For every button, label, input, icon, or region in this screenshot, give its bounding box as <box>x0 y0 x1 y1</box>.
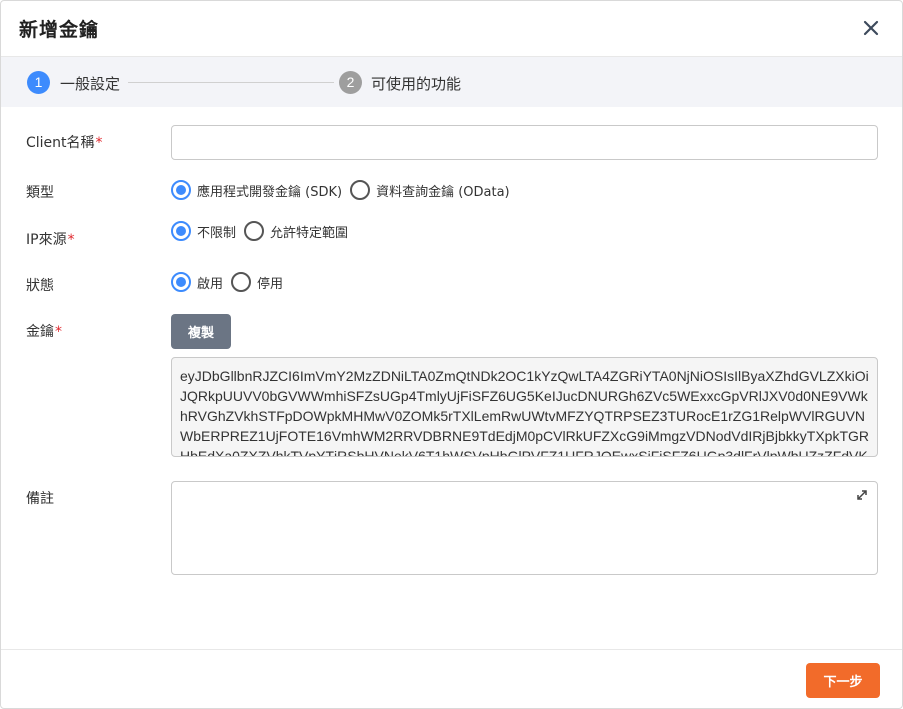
type-option-odata[interactable]: 資料查詢金鑰 (OData) <box>350 180 510 200</box>
close-button[interactable] <box>858 15 884 41</box>
client-name-input[interactable] <box>171 125 878 160</box>
ip-option-unrestricted[interactable]: 不限制 <box>171 221 236 241</box>
radio-checked <box>171 272 191 292</box>
ip-source-label: IP來源* <box>26 232 75 248</box>
expand-icon[interactable] <box>855 488 869 502</box>
type-label: 類型 <box>26 185 54 201</box>
note-textarea[interactable] <box>171 481 878 575</box>
step-indicator: 1 一般設定 2 可使用的功能 <box>1 57 902 107</box>
add-key-dialog: 新增金鑰 1 一般設定 2 可使用的功能 Client名稱* 類型 應用程式開發… <box>0 0 903 709</box>
radio-checked <box>171 221 191 241</box>
radio-checked <box>171 180 191 200</box>
key-value: eyJDbGllbnRJZCI6ImVmY2MzZDNiLTA0ZmQtNDk2… <box>180 368 869 457</box>
radio-unchecked <box>350 180 371 200</box>
status-radio-group: 啟用 停用 <box>171 272 291 292</box>
copy-button[interactable]: 複製 <box>171 314 231 349</box>
radio-label: 資料查詢金鑰 (OData) <box>376 184 510 200</box>
next-button[interactable]: 下一步 <box>806 663 880 698</box>
radio-label: 啟用 <box>197 276 224 292</box>
step-connector <box>128 82 334 83</box>
client-name-label: Client名稱* <box>26 135 103 151</box>
radio-label: 停用 <box>257 276 284 292</box>
ip-source-radio-group: 不限制 允許特定範圍 <box>171 221 356 241</box>
status-option-disabled[interactable]: 停用 <box>231 272 283 292</box>
dialog-footer: 下一步 <box>1 649 902 709</box>
key-textbox[interactable]: eyJDbGllbnRJZCI6ImVmY2MzZDNiLTA0ZmQtNDk2… <box>171 357 878 457</box>
step-number: 2 <box>339 71 362 94</box>
step-number: 1 <box>27 71 50 94</box>
type-radio-group: 應用程式開發金鑰 (SDK) 資料查詢金鑰 (OData) <box>171 180 518 200</box>
required-mark: * <box>55 324 62 340</box>
step-label: 一般設定 <box>60 75 121 93</box>
close-icon <box>863 20 879 36</box>
ip-option-specific-range[interactable]: 允許特定範圍 <box>244 221 348 241</box>
radio-unchecked <box>231 272 252 292</box>
required-mark: * <box>95 135 103 151</box>
status-option-enabled[interactable]: 啟用 <box>171 272 223 292</box>
dialog-header: 新增金鑰 <box>1 1 902 57</box>
type-option-sdk[interactable]: 應用程式開發金鑰 (SDK) <box>171 180 342 200</box>
radio-unchecked <box>244 221 265 241</box>
radio-label: 允許特定範圍 <box>270 225 349 241</box>
note-label: 備註 <box>26 491 54 507</box>
dialog-title: 新增金鑰 <box>19 19 100 41</box>
key-label: 金鑰* <box>26 324 62 340</box>
radio-label: 不限制 <box>197 225 237 241</box>
step-label: 可使用的功能 <box>371 75 462 93</box>
status-label: 狀態 <box>26 278 54 294</box>
required-mark: * <box>67 232 75 248</box>
radio-label: 應用程式開發金鑰 (SDK) <box>197 184 343 200</box>
